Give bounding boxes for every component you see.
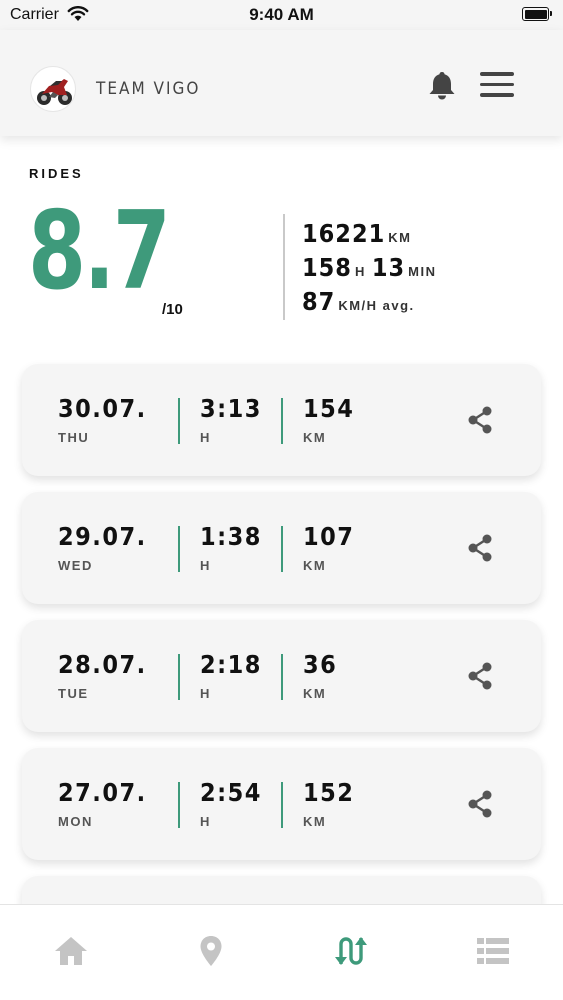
ride-card[interactable]: 30.07. THU 3:13 H 154 KM bbox=[22, 364, 541, 476]
ride-duration: 2:54 H bbox=[200, 778, 262, 829]
ride-day: THU bbox=[58, 430, 90, 445]
ride-duration-value: 3:13 bbox=[200, 394, 262, 423]
ride-distance: 36 KM bbox=[303, 650, 337, 701]
ride-divider bbox=[178, 526, 180, 572]
ride-distance: 154 KM bbox=[303, 394, 354, 445]
ride-duration-unit: H bbox=[200, 814, 211, 829]
ride-date-value: 28.07. bbox=[58, 650, 147, 679]
average-speed-unit: KM/H avg. bbox=[338, 298, 415, 313]
summary-divider bbox=[283, 214, 285, 320]
ride-distance-value: 154 bbox=[303, 394, 355, 423]
motorcycle-icon bbox=[37, 79, 72, 105]
ride-date: 27.07. MON bbox=[58, 778, 147, 829]
average-speed-value: 87 bbox=[302, 287, 336, 316]
total-distance-unit: KM bbox=[388, 230, 412, 245]
total-distance-value: 16221 bbox=[302, 219, 386, 248]
tab-bar bbox=[0, 904, 563, 1000]
share-icon[interactable] bbox=[466, 533, 494, 563]
ride-duration: 2:18 H bbox=[200, 650, 262, 701]
rides-section-label: RIDES bbox=[29, 166, 84, 181]
hamburger-menu-icon[interactable] bbox=[480, 72, 514, 104]
ride-day: WED bbox=[58, 558, 93, 573]
ride-duration: 1:38 H bbox=[200, 522, 262, 573]
rides-route-icon[interactable] bbox=[333, 933, 369, 969]
ride-date-value: 27.07. bbox=[58, 778, 147, 807]
average-speed-line: 87 KM/H avg. bbox=[302, 287, 443, 321]
total-hours-unit: H bbox=[354, 264, 366, 279]
ride-divider bbox=[281, 398, 283, 444]
ride-divider bbox=[178, 654, 180, 700]
ride-card[interactable]: 28.07. TUE 2:18 H 36 KM bbox=[22, 620, 541, 732]
ride-divider bbox=[281, 526, 283, 572]
ride-distance: 152 KM bbox=[303, 778, 354, 829]
ride-distance-unit: KM bbox=[303, 686, 327, 701]
ride-distance-value: 107 bbox=[303, 522, 355, 551]
ride-card[interactable]: 27.07. MON 2:54 H 152 KM bbox=[22, 748, 541, 860]
ride-distance: 107 KM bbox=[303, 522, 354, 573]
app-header: TEAM VIGO bbox=[0, 30, 563, 136]
ride-divider bbox=[178, 398, 180, 444]
ride-divider bbox=[281, 654, 283, 700]
ride-divider bbox=[281, 782, 283, 828]
ride-duration-value: 2:54 bbox=[200, 778, 262, 807]
share-icon[interactable] bbox=[466, 789, 494, 819]
ride-divider bbox=[178, 782, 180, 828]
total-duration-line: 158 H 13 MIN bbox=[302, 253, 443, 287]
ride-date-value: 29.07. bbox=[58, 522, 147, 551]
ride-card[interactable]: 29.07. WED 1:38 H 107 KM bbox=[22, 492, 541, 604]
ride-date: 28.07. TUE bbox=[58, 650, 147, 701]
ride-duration-value: 2:18 bbox=[200, 650, 262, 679]
ride-duration: 3:13 H bbox=[200, 394, 262, 445]
total-hours-value: 158 bbox=[302, 253, 352, 282]
total-minutes-value: 13 bbox=[371, 253, 406, 282]
ride-duration-unit: H bbox=[200, 558, 211, 573]
ride-score: 8.7 bbox=[28, 189, 171, 314]
ride-distance-unit: KM bbox=[303, 814, 327, 829]
ride-distance-unit: KM bbox=[303, 558, 327, 573]
status-time: 9:40 AM bbox=[249, 5, 314, 24]
summary-stats: 16221 KM 158 H 13 MIN 87 KM/H avg. bbox=[302, 219, 443, 321]
ride-date-value: 30.07. bbox=[58, 394, 147, 423]
status-bar: Carrier 9:40 AM bbox=[0, 0, 563, 30]
ride-day: MON bbox=[58, 814, 93, 829]
team-name: TEAM VIGO bbox=[96, 79, 201, 99]
share-icon[interactable] bbox=[466, 405, 494, 435]
total-distance-line: 16221 KM bbox=[302, 219, 443, 253]
ride-distance-value: 36 bbox=[303, 650, 338, 679]
ride-distance-value: 152 bbox=[303, 778, 355, 807]
ride-day: TUE bbox=[58, 686, 89, 701]
ride-duration-value: 1:38 bbox=[200, 522, 262, 551]
share-icon[interactable] bbox=[466, 661, 494, 691]
team-avatar[interactable] bbox=[30, 66, 76, 112]
ride-score-max: /10 bbox=[162, 301, 183, 318]
list-icon[interactable] bbox=[475, 933, 511, 969]
bell-icon[interactable] bbox=[428, 70, 456, 100]
battery-icon bbox=[522, 7, 552, 21]
ride-date: 30.07. THU bbox=[58, 394, 147, 445]
map-pin-icon[interactable] bbox=[193, 933, 229, 969]
home-icon[interactable] bbox=[53, 933, 89, 969]
total-minutes-unit: MIN bbox=[408, 264, 437, 279]
ride-duration-unit: H bbox=[200, 686, 211, 701]
ride-date: 29.07. WED bbox=[58, 522, 147, 573]
ride-distance-unit: KM bbox=[303, 430, 327, 445]
ride-list: 30.07. THU 3:13 H 154 KM 29.07. WED 1:38 bbox=[22, 364, 541, 952]
ride-duration-unit: H bbox=[200, 430, 211, 445]
